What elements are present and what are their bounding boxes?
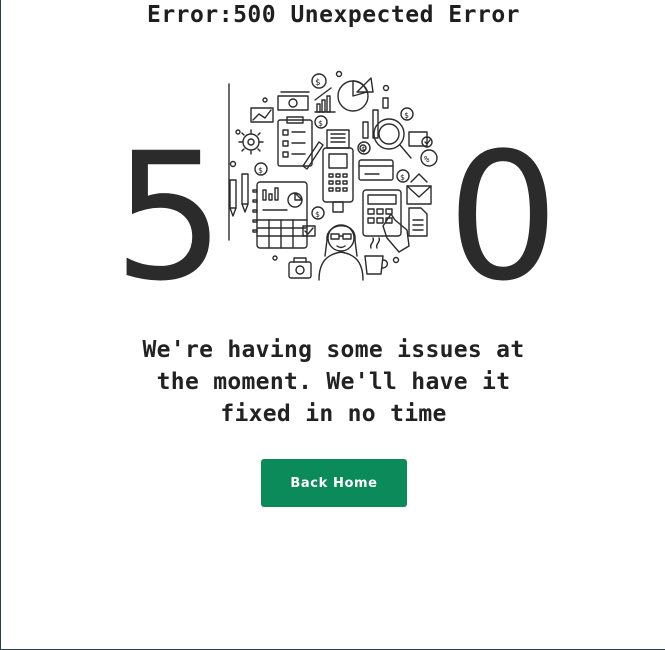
error-digit-left: 5 [113, 115, 225, 320]
dollar-coin-icon: $ [397, 170, 409, 182]
bar-chart-icon [315, 88, 335, 112]
coffee-cup-icon [365, 238, 387, 274]
dollar-coin-icon: $ [312, 74, 326, 88]
banknote-icon [278, 92, 309, 110]
dollar-coin-icon: $ [401, 108, 413, 120]
envelope-icon [407, 174, 431, 204]
page-title: Error:500 Unexpected Error [146, 2, 521, 28]
error-digit-right: 0 [447, 115, 559, 320]
calendar-icon [253, 182, 307, 248]
gear-icon [239, 130, 263, 154]
svg-text:$: $ [315, 210, 320, 219]
svg-text:$: $ [404, 111, 409, 120]
svg-text:$: $ [318, 119, 323, 128]
pos-terminal-icon [323, 130, 353, 212]
back-home-button[interactable]: Back Home [261, 459, 407, 507]
dollar-coin-icon: $ [255, 163, 267, 175]
pencil-icon [242, 174, 248, 212]
pencil-icon [303, 142, 323, 169]
pen-icon [230, 180, 236, 216]
svg-text:$: $ [400, 173, 405, 182]
woman-avatar-icon [319, 225, 363, 280]
page-frame: Error:500 Unexpected Error 5 $ $ $ % $ $… [0, 0, 665, 650]
percent-icon: % [421, 150, 437, 166]
dollar-coin-icon: $ [315, 116, 327, 128]
svg-text:%: % [424, 155, 430, 165]
document-icon [409, 208, 427, 236]
svg-text:$: $ [258, 166, 263, 175]
dollar-coin-icon: $ [312, 207, 324, 219]
calculator-icon [363, 190, 409, 252]
wallet-icon [409, 132, 432, 147]
error-message: We're having some issues at the moment. … [142, 337, 525, 427]
pie-chart-icon [338, 78, 373, 111]
finance-illustration: $ $ $ % $ $ $ $ [223, 70, 445, 288]
credit-card-icon [359, 160, 393, 180]
clipboard-checklist-icon [278, 117, 312, 166]
svg-text:$: $ [315, 78, 320, 88]
wallet-icon [289, 258, 311, 278]
svg-text:$: $ [361, 145, 366, 154]
